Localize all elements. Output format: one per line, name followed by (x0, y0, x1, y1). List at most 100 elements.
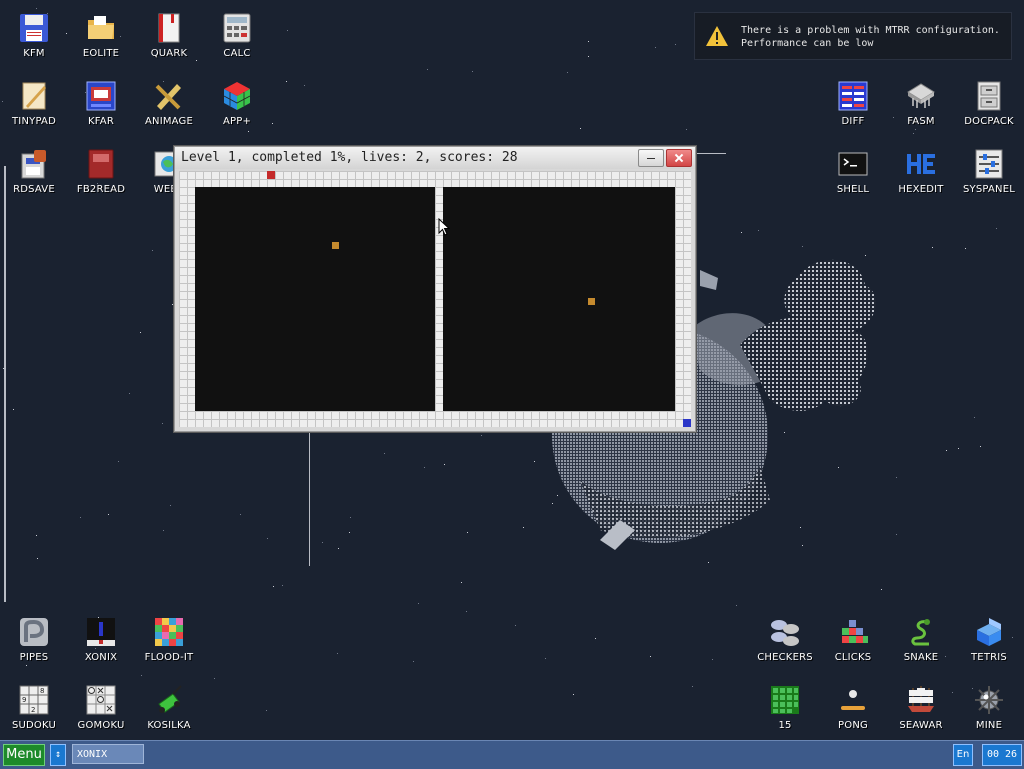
desktop-icon-label: FASM (907, 116, 935, 127)
desktop-icon-label: PONG (838, 720, 868, 731)
star (427, 69, 428, 70)
desktop-icon-label: TETRIS (971, 652, 1007, 663)
sudoku-grid-icon: 8 92 (19, 685, 49, 715)
taskbar-item-xonix[interactable]: XONIX (72, 744, 144, 764)
star (384, 453, 385, 454)
star (13, 409, 14, 410)
desktop-icon-syspanel[interactable]: SYSPANEL (955, 140, 1023, 204)
desktop-icon-fasm[interactable]: FASM (887, 72, 955, 136)
desktop-icon-label: PIPES (19, 652, 49, 663)
star (708, 562, 709, 563)
star (650, 656, 651, 657)
star (322, 542, 323, 543)
desktop-icon-calc[interactable]: CALC (203, 4, 271, 68)
desktop-icon-docpack[interactable]: DOCPACK (955, 72, 1023, 136)
star (802, 246, 803, 247)
close-button[interactable] (666, 149, 692, 167)
desktop-icon-kosilka[interactable]: KOSILKA (135, 676, 203, 740)
star (996, 228, 997, 229)
desktop-icon-checkers[interactable]: CHECKERS (751, 608, 819, 672)
desktop-icon-label: DIFF (841, 116, 865, 127)
desktop-icon-sudoku[interactable]: 8 92 SUDOKU (0, 676, 68, 740)
star (974, 417, 975, 418)
pipes-icon (20, 618, 48, 646)
star (37, 558, 38, 559)
warning-icon (706, 26, 728, 46)
desktop-icon-clicks[interactable]: CLICKS (819, 608, 887, 672)
desktop-icon-app-plus[interactable]: APP+ (203, 72, 271, 136)
desktop-icon-hexedit[interactable]: HEXEDIT (887, 140, 955, 204)
filing-cabinet-icon (977, 81, 1001, 111)
desktop-icon-eolite[interactable]: EOLITE (67, 4, 135, 68)
desktop-icon-seawar[interactable]: SEAWAR (887, 676, 955, 740)
desktop-icon-flood-it[interactable]: FLOOD-IT (135, 608, 203, 672)
star (349, 532, 350, 533)
desktop-icon-pong[interactable]: PONG (819, 676, 887, 740)
desktop-icon-label: FLOOD-IT (144, 652, 194, 663)
checkers-icon (771, 620, 799, 646)
desktop-icon-kfm[interactable]: KFM (0, 4, 68, 68)
desktop-icon-tinypad[interactable]: TINYPAD (0, 72, 68, 136)
mtrr-warning-notification[interactable]: There is a problem with MTRR configurati… (694, 12, 1012, 60)
window-title: Level 1, completed 1%, lives: 2, scores:… (181, 150, 518, 165)
star (140, 332, 141, 333)
star (965, 248, 966, 249)
desktop-icon-label: MINE (975, 720, 1003, 731)
desktop-icon-fb2read[interactable]: FB2READ (67, 140, 135, 204)
desktop-icon-quark[interactable]: QUARK (135, 4, 203, 68)
clock[interactable]: 00 26 (982, 744, 1022, 766)
color-grid-icon (155, 618, 183, 646)
window-switch-button[interactable]: ↕ (50, 744, 66, 766)
star (467, 532, 468, 533)
minimize-button[interactable] (638, 149, 664, 167)
desktop-icon-label: KFAR (88, 116, 114, 127)
desktop-icon-15[interactable]: 15 (751, 676, 819, 740)
archive-window-icon (86, 81, 116, 111)
desktop-icon-label: SEAWAR (899, 720, 943, 731)
desktop-icon-gomoku[interactable]: GOMOKU (67, 676, 135, 740)
star (686, 129, 687, 130)
book-icon (158, 13, 180, 43)
game-field[interactable] (179, 171, 691, 427)
window-titlebar[interactable]: Level 1, completed 1%, lives: 2, scores:… (175, 147, 695, 169)
star (418, 603, 419, 604)
desktop-icon-shell[interactable]: SHELL (819, 140, 887, 204)
desktop-icon-snake[interactable]: SNAKE (887, 608, 955, 672)
pong-icon (841, 690, 865, 710)
star (287, 30, 288, 31)
desktop-icon-label: KOSILKA (147, 720, 191, 731)
menu-button[interactable]: Menu (3, 744, 45, 766)
desktop-icon-mine[interactable]: MINE (955, 676, 1023, 740)
star (466, 611, 467, 612)
xonix-window[interactable]: Level 1, completed 1%, lives: 2, scores:… (174, 146, 696, 432)
desktop-icon-tetris[interactable]: TETRIS (955, 608, 1023, 672)
desktop-icon-diff[interactable]: DIFF (819, 72, 887, 136)
language-indicator[interactable]: En (953, 744, 973, 766)
star (118, 461, 119, 462)
star (588, 41, 589, 42)
star (958, 448, 959, 449)
star (567, 72, 568, 73)
sea-area-right (443, 187, 675, 411)
star (896, 477, 897, 478)
desktop-icon-label: GOMOKU (77, 720, 125, 731)
star (170, 505, 171, 506)
desktop-icon-kfar[interactable]: KFAR (67, 72, 135, 136)
chip-icon (907, 83, 935, 108)
desktop-icon-pipes[interactable]: PIPES (0, 608, 68, 672)
star (896, 534, 897, 535)
star (214, 678, 215, 679)
desktop-icon-label: CHECKERS (757, 652, 813, 663)
star (675, 44, 676, 45)
mine-icon (975, 686, 1003, 714)
desktop-icon-rdsave[interactable]: RDSAVE (0, 140, 68, 204)
star (424, 467, 425, 468)
desktop-icon-label: CLICKS (834, 652, 872, 663)
star (129, 393, 130, 394)
desktop-icon-label: SUDOKU (11, 720, 57, 731)
desktop-icon-label: XONIX (84, 652, 118, 663)
desktop-icon-xonix[interactable]: XONIX (67, 608, 135, 672)
sliders-icon (975, 149, 1003, 179)
desktop-icon-animage[interactable]: ANIMAGE (135, 72, 203, 136)
desktop-icon-label: DOCPACK (964, 116, 1014, 127)
